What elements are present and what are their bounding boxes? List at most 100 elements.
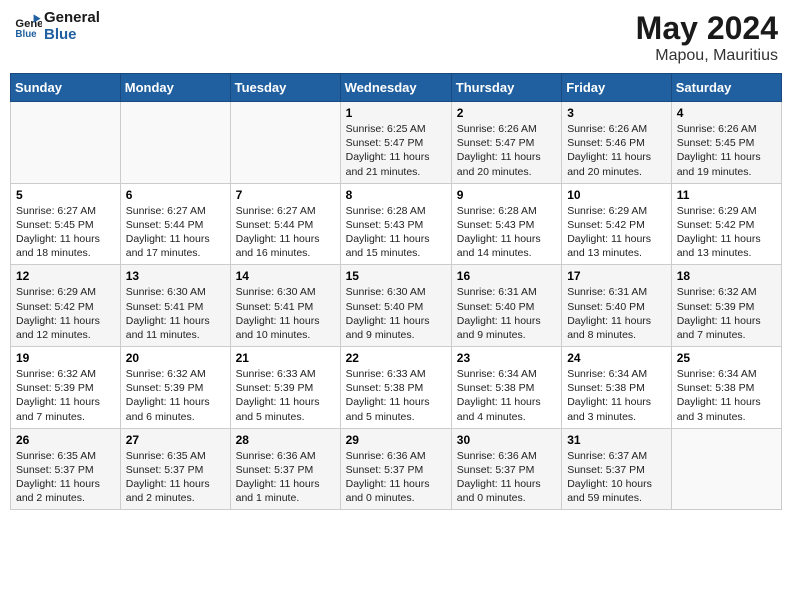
day-number: 31: [567, 433, 666, 447]
calendar-cell: 13 Sunrise: 6:30 AMSunset: 5:41 PMDayligh…: [120, 265, 230, 347]
day-number: 9: [457, 188, 556, 202]
day-number: 1: [346, 106, 446, 120]
weekday-header-monday: Monday: [120, 74, 230, 102]
day-info: Sunrise: 6:34 AMSunset: 5:38 PMDaylight:…: [567, 367, 666, 424]
day-number: 23: [457, 351, 556, 365]
day-number: 20: [126, 351, 225, 365]
day-number: 21: [236, 351, 335, 365]
day-info: Sunrise: 6:34 AMSunset: 5:38 PMDaylight:…: [677, 367, 776, 424]
calendar-cell: 16 Sunrise: 6:31 AMSunset: 5:40 PMDayligh…: [451, 265, 561, 347]
calendar-cell: 3Sunrise: 6:26 AMSunset: 5:46 PMDaylight…: [562, 102, 672, 184]
calendar-cell: 7 Sunrise: 6:27 AMSunset: 5:44 PMDaylight…: [230, 183, 340, 265]
calendar-cell: 10Sunrise: 6:29 AMSunset: 5:42 PMDayligh…: [562, 183, 672, 265]
day-number: 2: [457, 106, 556, 120]
calendar-cell: 15Sunrise: 6:30 AMSunset: 5:40 PMDayligh…: [340, 265, 451, 347]
day-info: Sunrise: 6:28 AMSunset: 5:43 PMDaylight:…: [346, 204, 446, 261]
calendar-cell: 11 Sunrise: 6:29 AMSunset: 5:42 PMDayligh…: [671, 183, 781, 265]
calendar-cell: 21 Sunrise: 6:33 AMSunset: 5:39 PMDayligh…: [230, 347, 340, 429]
calendar-cell: 5 Sunrise: 6:27 AMSunset: 5:45 PMDaylight…: [11, 183, 121, 265]
calendar-table: SundayMondayTuesdayWednesdayThursdayFrid…: [10, 73, 782, 510]
calendar-cell: [120, 102, 230, 184]
page-header: General Blue General Blue May 2024 Mapou…: [10, 10, 782, 65]
logo-icon: General Blue: [14, 13, 42, 41]
day-info: Sunrise: 6:29 AMSunset: 5:42 PMDaylight:…: [567, 204, 666, 261]
calendar-cell: 6 Sunrise: 6:27 AMSunset: 5:44 PMDaylight…: [120, 183, 230, 265]
calendar-week-row: 19Sunrise: 6:32 AMSunset: 5:39 PMDayligh…: [11, 347, 782, 429]
day-info: Sunrise: 6:25 AMSunset: 5:47 PMDaylight:…: [346, 122, 446, 179]
day-info: Sunrise: 6:32 AMSunset: 5:39 PMDaylight:…: [677, 285, 776, 342]
weekday-header-saturday: Saturday: [671, 74, 781, 102]
weekday-header-row: SundayMondayTuesdayWednesdayThursdayFrid…: [11, 74, 782, 102]
day-info: Sunrise: 6:31 AMSunset: 5:40 PMDaylight:…: [567, 285, 666, 342]
day-number: 15: [346, 269, 446, 283]
day-number: 7: [236, 188, 335, 202]
month-title: May 2024: [636, 10, 778, 47]
day-info: Sunrise: 6:30 AMSunset: 5:41 PMDaylight:…: [236, 285, 335, 342]
title-block: May 2024 Mapou, Mauritius: [636, 10, 778, 65]
day-info: Sunrise: 6:37 AMSunset: 5:37 PMDaylight:…: [567, 449, 666, 506]
calendar-cell: 29Sunrise: 6:36 AMSunset: 5:37 PMDayligh…: [340, 428, 451, 510]
day-info: Sunrise: 6:36 AMSunset: 5:37 PMDaylight:…: [457, 449, 556, 506]
day-info: Sunrise: 6:35 AMSunset: 5:37 PMDaylight:…: [126, 449, 225, 506]
calendar-cell: 25 Sunrise: 6:34 AMSunset: 5:38 PMDayligh…: [671, 347, 781, 429]
calendar-cell: 4 Sunrise: 6:26 AMSunset: 5:45 PMDaylight…: [671, 102, 781, 184]
day-info: Sunrise: 6:27 AMSunset: 5:45 PMDaylight:…: [16, 204, 115, 261]
day-info: Sunrise: 6:26 AMSunset: 5:45 PMDaylight:…: [677, 122, 776, 179]
day-info: Sunrise: 6:33 AMSunset: 5:38 PMDaylight:…: [346, 367, 446, 424]
calendar-cell: 17Sunrise: 6:31 AMSunset: 5:40 PMDayligh…: [562, 265, 672, 347]
day-info: Sunrise: 6:28 AMSunset: 5:43 PMDaylight:…: [457, 204, 556, 261]
logo: General Blue General Blue: [14, 10, 100, 43]
day-number: 22: [346, 351, 446, 365]
day-info: Sunrise: 6:33 AMSunset: 5:39 PMDaylight:…: [236, 367, 335, 424]
day-info: Sunrise: 6:35 AMSunset: 5:37 PMDaylight:…: [16, 449, 115, 506]
day-number: 13: [126, 269, 225, 283]
day-number: 6: [126, 188, 225, 202]
day-number: 14: [236, 269, 335, 283]
day-info: Sunrise: 6:36 AMSunset: 5:37 PMDaylight:…: [346, 449, 446, 506]
calendar-cell: 8 Sunrise: 6:28 AMSunset: 5:43 PMDaylight…: [340, 183, 451, 265]
day-number: 4: [677, 106, 776, 120]
day-number: 25: [677, 351, 776, 365]
day-number: 18: [677, 269, 776, 283]
calendar-cell: 27 Sunrise: 6:35 AMSunset: 5:37 PMDayligh…: [120, 428, 230, 510]
day-info: Sunrise: 6:27 AMSunset: 5:44 PMDaylight:…: [236, 204, 335, 261]
logo-general: General: [44, 10, 100, 27]
day-number: 28: [236, 433, 335, 447]
day-number: 24: [567, 351, 666, 365]
calendar-cell: 28 Sunrise: 6:36 AMSunset: 5:37 PMDayligh…: [230, 428, 340, 510]
calendar-cell: [671, 428, 781, 510]
day-info: Sunrise: 6:29 AMSunset: 5:42 PMDaylight:…: [16, 285, 115, 342]
calendar-cell: 1 Sunrise: 6:25 AMSunset: 5:47 PMDaylight…: [340, 102, 451, 184]
calendar-cell: 18 Sunrise: 6:32 AMSunset: 5:39 PMDayligh…: [671, 265, 781, 347]
logo-blue: Blue: [44, 27, 100, 44]
calendar-cell: 20 Sunrise: 6:32 AMSunset: 5:39 PMDayligh…: [120, 347, 230, 429]
day-number: 5: [16, 188, 115, 202]
calendar-week-row: 26 Sunrise: 6:35 AMSunset: 5:37 PMDayligh…: [11, 428, 782, 510]
weekday-header-sunday: Sunday: [11, 74, 121, 102]
day-info: Sunrise: 6:31 AMSunset: 5:40 PMDaylight:…: [457, 285, 556, 342]
day-info: Sunrise: 6:27 AMSunset: 5:44 PMDaylight:…: [126, 204, 225, 261]
day-info: Sunrise: 6:32 AMSunset: 5:39 PMDaylight:…: [126, 367, 225, 424]
day-info: Sunrise: 6:34 AMSunset: 5:38 PMDaylight:…: [457, 367, 556, 424]
day-info: Sunrise: 6:36 AMSunset: 5:37 PMDaylight:…: [236, 449, 335, 506]
calendar-cell: 22 Sunrise: 6:33 AMSunset: 5:38 PMDayligh…: [340, 347, 451, 429]
day-number: 3: [567, 106, 666, 120]
day-number: 26: [16, 433, 115, 447]
day-number: 27: [126, 433, 225, 447]
day-info: Sunrise: 6:32 AMSunset: 5:39 PMDaylight:…: [16, 367, 115, 424]
day-number: 11: [677, 188, 776, 202]
day-number: 30: [457, 433, 556, 447]
day-number: 16: [457, 269, 556, 283]
day-number: 12: [16, 269, 115, 283]
calendar-cell: 30 Sunrise: 6:36 AMSunset: 5:37 PMDayligh…: [451, 428, 561, 510]
calendar-cell: 31 Sunrise: 6:37 AMSunset: 5:37 PMDayligh…: [562, 428, 672, 510]
calendar-cell: [11, 102, 121, 184]
day-number: 8: [346, 188, 446, 202]
calendar-week-row: 12 Sunrise: 6:29 AMSunset: 5:42 PMDayligh…: [11, 265, 782, 347]
day-info: Sunrise: 6:29 AMSunset: 5:42 PMDaylight:…: [677, 204, 776, 261]
calendar-cell: 26 Sunrise: 6:35 AMSunset: 5:37 PMDayligh…: [11, 428, 121, 510]
calendar-cell: [230, 102, 340, 184]
calendar-cell: 2Sunrise: 6:26 AMSunset: 5:47 PMDaylight…: [451, 102, 561, 184]
location-title: Mapou, Mauritius: [636, 47, 778, 65]
day-info: Sunrise: 6:30 AMSunset: 5:41 PMDaylight:…: [126, 285, 225, 342]
